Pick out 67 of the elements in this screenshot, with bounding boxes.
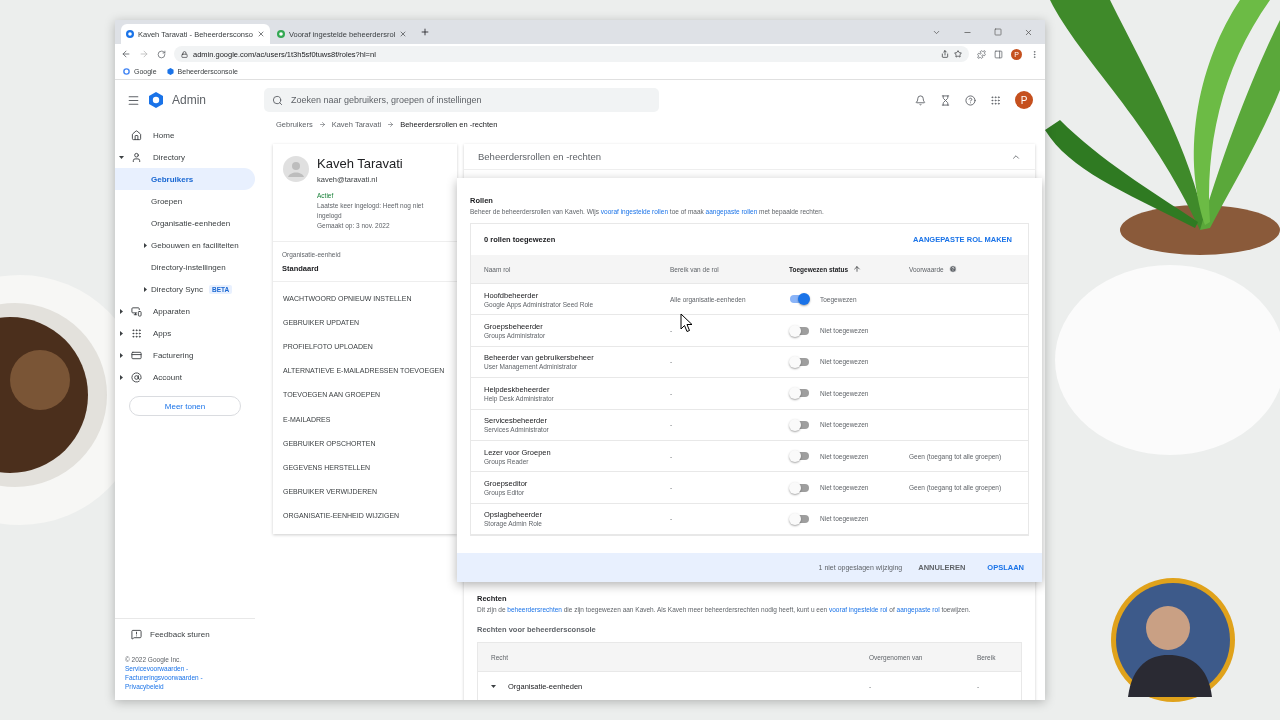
sidebar-item[interactable]: Apps (115, 322, 239, 344)
caret-icon[interactable] (119, 308, 124, 314)
person-icon (131, 151, 142, 163)
maximize-icon[interactable] (994, 27, 1002, 36)
toggle-switch[interactable] (789, 512, 810, 525)
extensions-icon[interactable] (977, 49, 986, 59)
feedback-link[interactable]: Feedback sturen (131, 629, 245, 640)
devices-icon (131, 305, 142, 317)
tab-favicon-icon (126, 30, 134, 38)
caret-icon[interactable] (143, 286, 148, 292)
home-icon (131, 129, 142, 141)
sidebar-item[interactable]: Facturering (115, 344, 239, 366)
user-name: Kaveh Taravati (317, 156, 404, 171)
toggle-switch[interactable] (789, 387, 810, 400)
avatar-icon (283, 156, 309, 182)
caret-icon[interactable] (119, 330, 124, 336)
caret-icon[interactable] (119, 374, 124, 380)
sidebar-item[interactable]: Organisatie-eenheden (115, 212, 255, 234)
star-icon[interactable] (954, 50, 962, 58)
sidebar-item[interactable]: Account (115, 366, 239, 388)
panel-title: Beheerdersrollen en -rechten (478, 151, 603, 162)
sidebar-item[interactable]: Groepen (115, 190, 255, 212)
sidebar-item[interactable]: Gebouwen en faciliteiten (115, 234, 255, 256)
sidebar-item[interactable]: Directory-instellingen (115, 256, 255, 278)
help-icon[interactable] (965, 94, 976, 106)
credit-card-icon (131, 349, 142, 361)
new-tab-icon[interactable] (420, 27, 431, 37)
tab-favicon-icon (276, 30, 285, 38)
toggle-switch[interactable] (789, 450, 810, 463)
toggle-switch[interactable] (789, 293, 810, 306)
search-icon (272, 94, 283, 106)
bell-icon[interactable] (915, 94, 926, 106)
feedback-icon (131, 629, 142, 640)
sidebar-item[interactable]: Directory (115, 146, 239, 168)
account-avatar[interactable]: P (1015, 91, 1033, 109)
caret-icon[interactable] (119, 352, 124, 358)
hexagon-icon (166, 68, 174, 75)
close-icon[interactable] (399, 30, 408, 38)
apps-grid-icon (131, 327, 142, 339)
apps-grid-icon[interactable] (990, 94, 1001, 106)
sidebar-item[interactable]: Gebruikers (115, 168, 255, 190)
app-title: Admin (172, 93, 207, 107)
toggle-switch[interactable] (789, 481, 810, 494)
share-icon[interactable] (941, 50, 949, 58)
back-icon[interactable] (121, 49, 131, 59)
toggle-switch[interactable] (789, 324, 810, 337)
toggle-switch[interactable] (789, 418, 810, 431)
reload-icon[interactable] (157, 49, 166, 59)
search-field[interactable]: Zoeken naar gebruikers, groepen of instellingen (264, 88, 659, 112)
at-sign-icon (131, 371, 142, 383)
side-panel-icon[interactable] (994, 49, 1003, 59)
hourglass-icon[interactable] (940, 94, 951, 106)
admin-logo-icon (148, 92, 164, 108)
caret-icon[interactable] (119, 154, 124, 160)
close-icon[interactable] (1024, 27, 1033, 37)
menu-icon[interactable] (1030, 49, 1039, 59)
sidebar-item[interactable]: Home (115, 124, 239, 146)
sort-arrow-icon (853, 265, 862, 273)
ring-icon (123, 68, 130, 75)
caret-icon[interactable] (143, 242, 148, 248)
menu-icon[interactable] (127, 93, 140, 107)
show-more-button[interactable]: Meer tonen (129, 396, 241, 416)
close-icon[interactable] (256, 30, 265, 38)
caret-icon[interactable] (491, 684, 496, 690)
sidebar-item[interactable]: Apparaten (115, 300, 239, 322)
lock-icon (181, 50, 188, 58)
toggle-switch[interactable] (789, 355, 810, 368)
